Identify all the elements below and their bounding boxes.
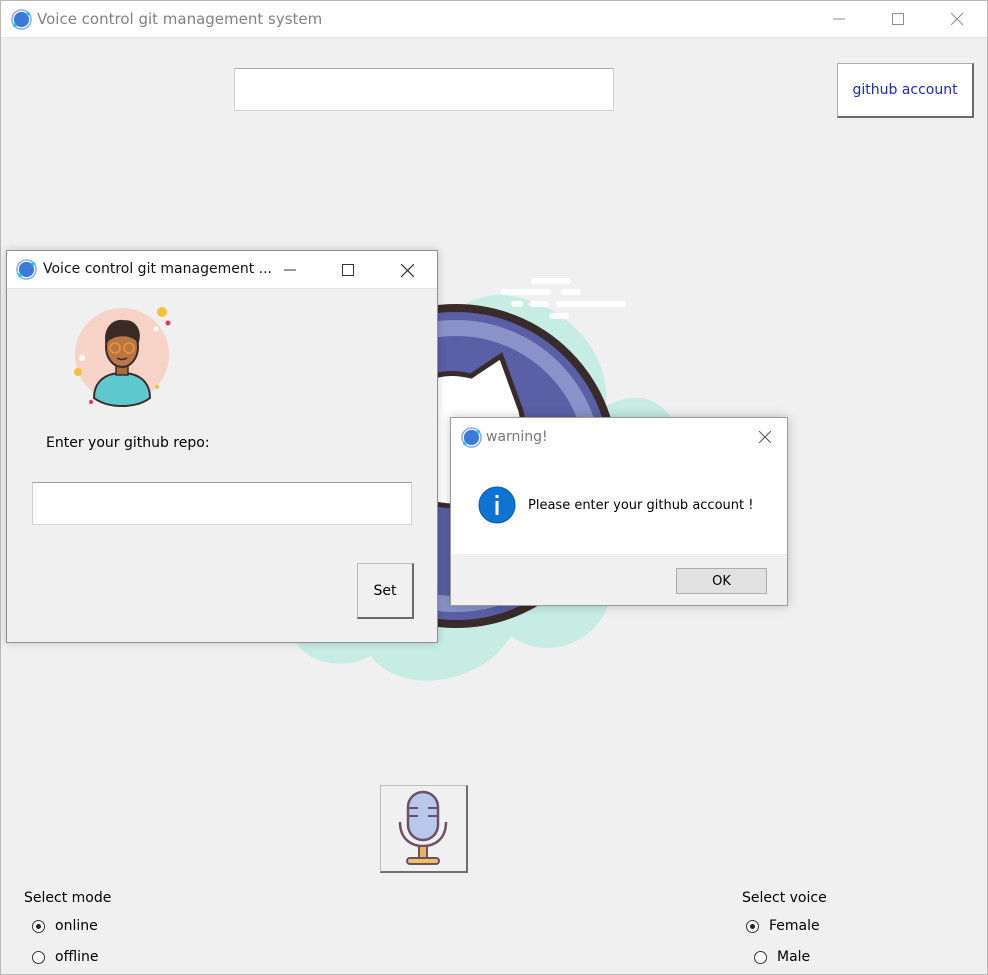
select-mode-label: Select mode xyxy=(24,890,112,906)
close-button[interactable] xyxy=(378,251,436,289)
main-titlebar[interactable]: Voice control git management system xyxy=(1,1,987,38)
microphone-button[interactable] xyxy=(380,785,468,873)
warning-title: warning! xyxy=(486,429,548,445)
main-window-title: Voice control git management system xyxy=(37,10,323,28)
warning-message: Please enter your github account ! xyxy=(528,498,754,513)
mode-online-radio[interactable]: online xyxy=(32,918,98,934)
close-icon xyxy=(759,431,771,443)
github-account-button[interactable]: github account xyxy=(837,63,974,118)
app-logo-icon xyxy=(11,9,32,30)
minimize-icon xyxy=(833,18,845,20)
app-logo-icon xyxy=(461,427,482,448)
maximize-icon xyxy=(342,264,354,276)
close-button[interactable] xyxy=(928,1,986,37)
minimize-button[interactable] xyxy=(810,1,868,37)
voice-female-radio[interactable]: Female xyxy=(746,918,820,934)
repo-titlebar[interactable]: Voice control git management ... xyxy=(7,251,437,289)
user-avatar-icon xyxy=(74,307,171,408)
mode-online-label: online xyxy=(55,918,98,934)
set-button[interactable]: Set xyxy=(357,563,414,619)
radio-unchecked-indicator[interactable] xyxy=(32,950,45,964)
top-input-field[interactable] xyxy=(234,68,614,111)
warning-titlebar[interactable]: warning! xyxy=(451,418,787,456)
radio-checked-indicator[interactable] xyxy=(746,919,759,933)
repo-window-title: Voice control git management ... xyxy=(43,261,272,277)
maximize-button[interactable] xyxy=(319,251,377,289)
app-logo-icon xyxy=(16,259,37,280)
radio-checked-indicator[interactable] xyxy=(32,919,45,933)
ok-button[interactable]: OK xyxy=(676,568,767,594)
mode-offline-label: offline xyxy=(55,949,99,965)
microphone-icon xyxy=(398,790,448,865)
minimize-button[interactable] xyxy=(261,251,319,289)
voice-male-radio[interactable]: Male xyxy=(754,949,810,965)
repo-input-field[interactable] xyxy=(32,482,412,525)
warning-close-button[interactable] xyxy=(743,418,787,456)
minimize-icon xyxy=(284,269,296,271)
warning-dialog: warning! Please enter your github accoun… xyxy=(450,417,788,606)
maximize-button[interactable] xyxy=(869,1,927,37)
close-icon xyxy=(400,263,414,277)
maximize-icon xyxy=(892,13,904,25)
close-icon xyxy=(951,13,963,25)
select-voice-label: Select voice xyxy=(742,890,827,906)
voice-male-label: Male xyxy=(777,949,811,965)
radio-unchecked-indicator[interactable] xyxy=(754,950,767,964)
mode-offline-radio[interactable]: offline xyxy=(32,949,98,965)
voice-female-label: Female xyxy=(769,918,820,934)
repo-window: Voice control git management ... Enter y… xyxy=(6,250,438,643)
info-icon xyxy=(478,486,516,524)
repo-prompt-label: Enter your github repo: xyxy=(46,435,210,451)
